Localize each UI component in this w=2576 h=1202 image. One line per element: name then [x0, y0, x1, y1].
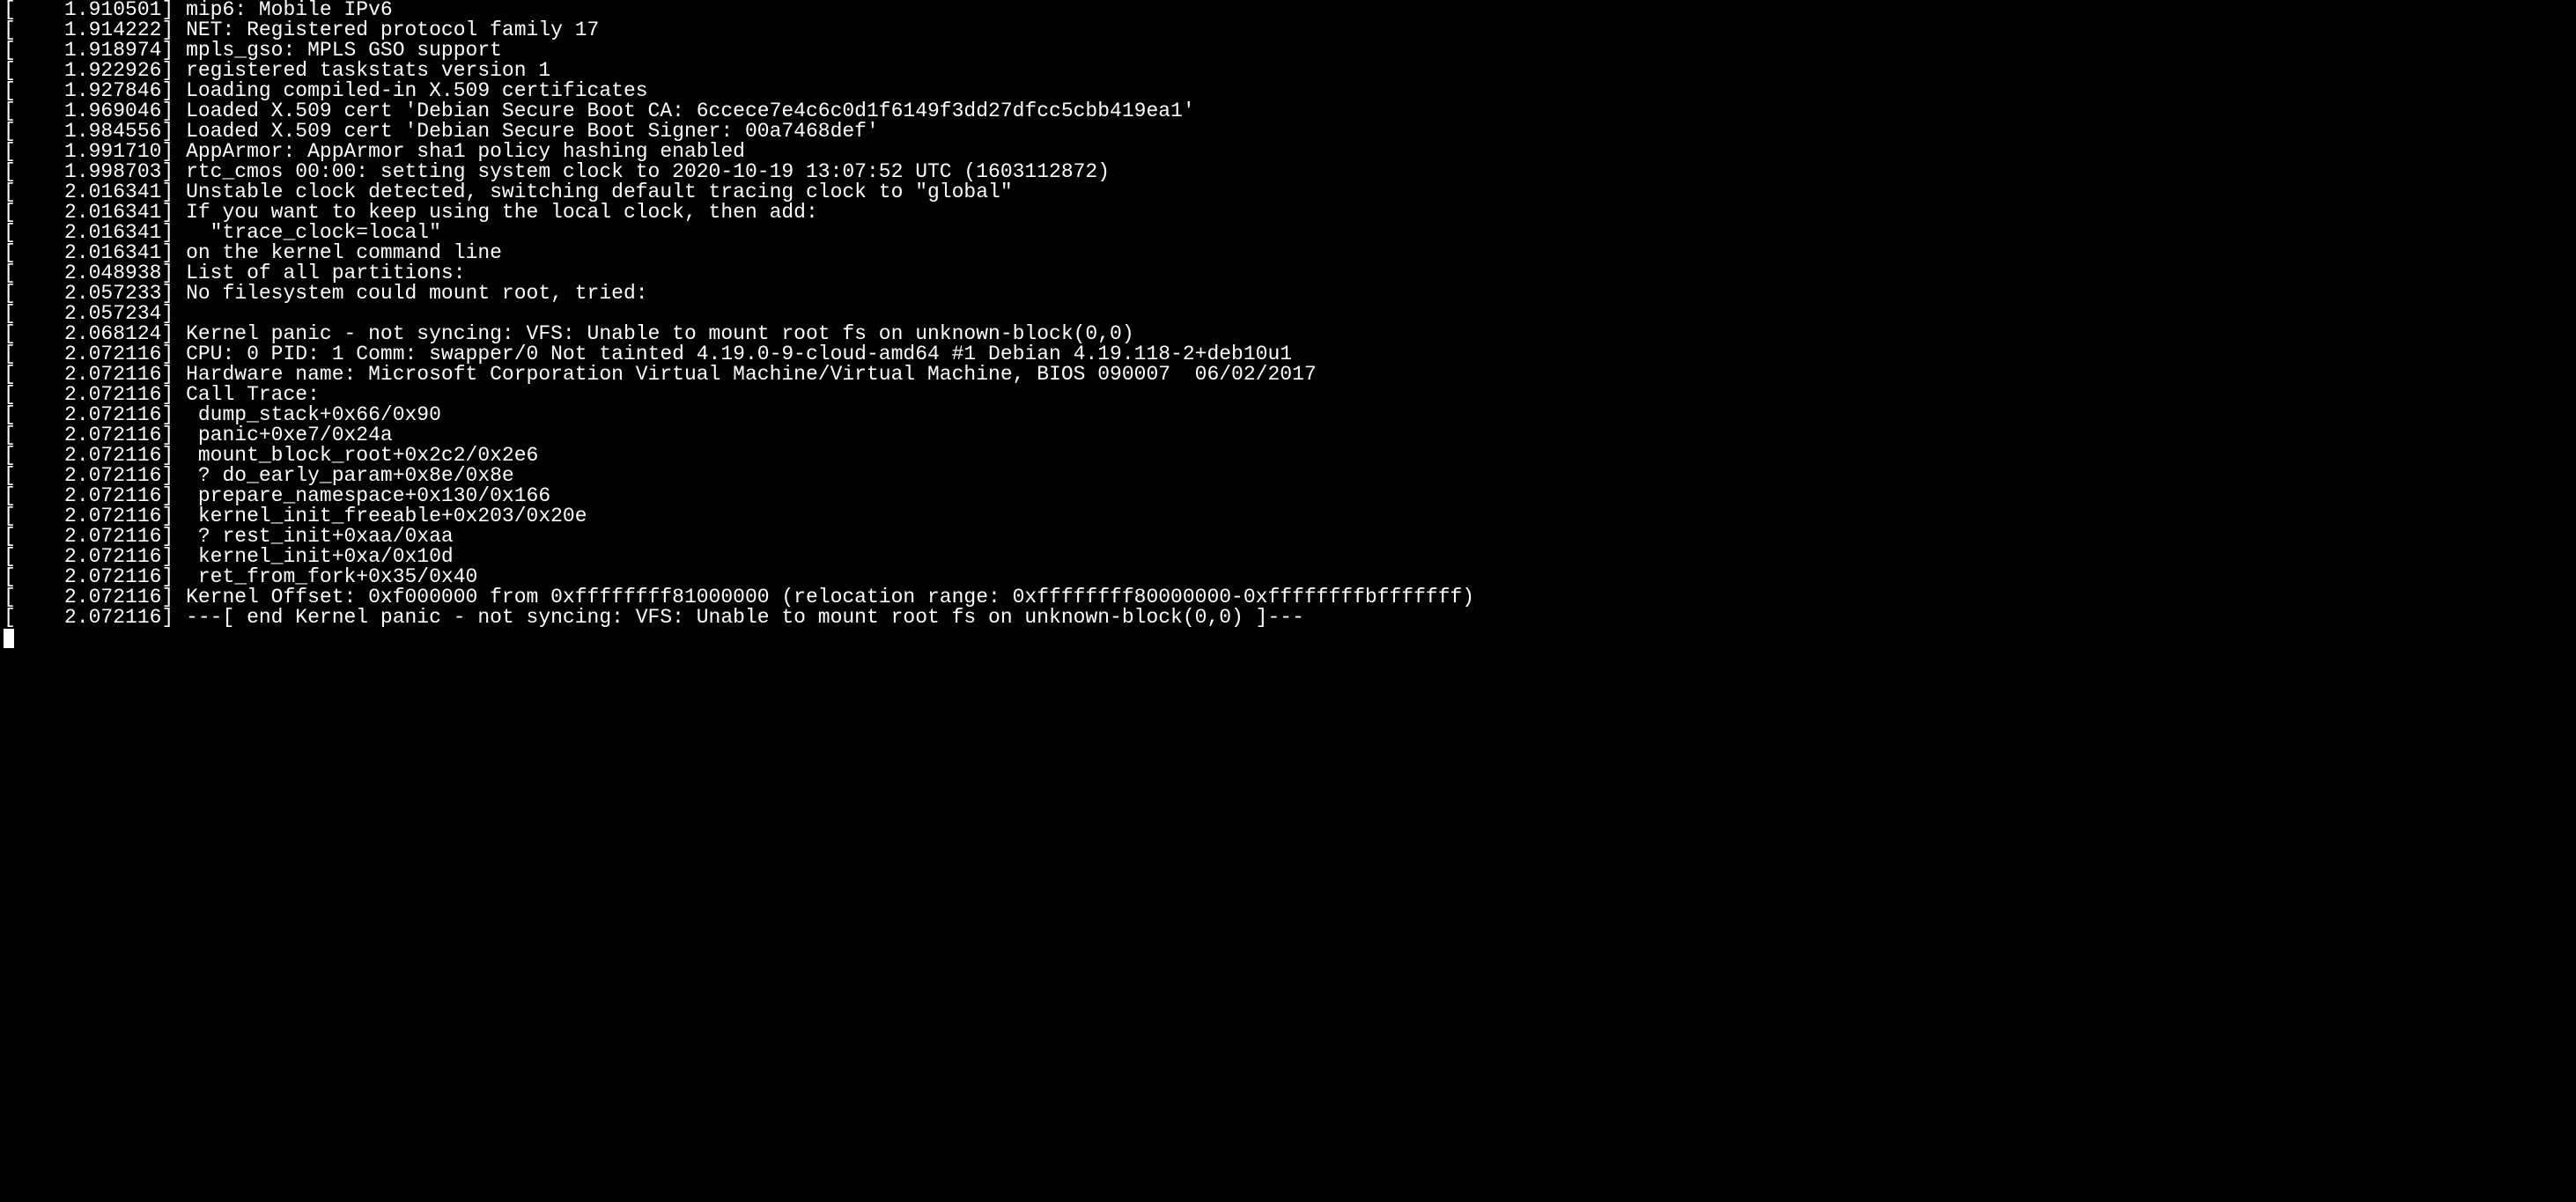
- log-timestamp: 2.072116: [16, 606, 162, 629]
- log-line: [ 2.048938] List of all partitions:: [4, 263, 2572, 284]
- log-line: [ 2.072116] kernel_init+0xa/0x10d: [4, 547, 2572, 567]
- log-line: [ 1.984556] Loaded X.509 cert 'Debian Se…: [4, 122, 2572, 142]
- log-line: [ 1.998703] rtc_cmos 00:00: setting syst…: [4, 162, 2572, 182]
- log-line: [ 1.922926] registered taskstats version…: [4, 61, 2572, 81]
- log-line: [ 1.991710] AppArmor: AppArmor sha1 poli…: [4, 142, 2572, 162]
- log-line: [ 2.016341] If you want to keep using th…: [4, 203, 2572, 223]
- log-message: Hardware name: Microsoft Corporation Vir…: [186, 363, 1317, 386]
- log-line: [ 2.072116] ret_from_fork+0x35/0x40: [4, 567, 2572, 587]
- log-line: [ 2.016341] "trace_clock=local": [4, 223, 2572, 243]
- kernel-console: [ 1.910501] mip6: Mobile IPv6[ 1.914222]…: [0, 0, 2576, 648]
- log-line: [ 2.072116] panic+0xe7/0x24a: [4, 425, 2572, 446]
- log-line: [ 2.072116] dump_stack+0x66/0x90: [4, 405, 2572, 425]
- log-line: [ 1.918974] mpls_gso: MPLS GSO support: [4, 41, 2572, 61]
- log-message: No filesystem could mount root, tried:: [186, 282, 660, 305]
- log-line: [ 2.072116] ? rest_init+0xaa/0xaa: [4, 527, 2572, 547]
- log-line: [ 2.057234]: [4, 304, 2572, 324]
- log-line: [ 2.072116] Kernel Offset: 0xf000000 fro…: [4, 587, 2572, 608]
- log-line: [ 1.927846] Loading compiled-in X.509 ce…: [4, 81, 2572, 101]
- log-line: [ 2.072116] ---[ end Kernel panic - not …: [4, 608, 2572, 628]
- log-line: [ 1.914222] NET: Registered protocol fam…: [4, 20, 2572, 41]
- log-line: [ 2.016341] on the kernel command line: [4, 243, 2572, 263]
- cursor-line: [4, 628, 2572, 648]
- cursor-icon: [4, 629, 14, 648]
- log-line: [ 1.910501] mip6: Mobile IPv6: [4, 0, 2572, 20]
- log-line: [ 2.016341] Unstable clock detected, swi…: [4, 182, 2572, 203]
- log-line: [ 2.072116] CPU: 0 PID: 1 Comm: swapper/…: [4, 344, 2572, 365]
- log-line: [ 2.072116] prepare_namespace+0x130/0x16…: [4, 486, 2572, 506]
- log-line: [ 2.072116] kernel_init_freeable+0x203/0…: [4, 506, 2572, 527]
- log-line: [ 2.072116] Hardware name: Microsoft Cor…: [4, 365, 2572, 385]
- log-line: [ 2.068124] Kernel panic - not syncing: …: [4, 324, 2572, 344]
- log-line: [ 2.072116] mount_block_root+0x2c2/0x2e6: [4, 446, 2572, 466]
- log-message: ---[ end Kernel panic - not syncing: VFS…: [186, 606, 1304, 629]
- log-line: [ 2.072116] Call Trace:: [4, 385, 2572, 405]
- log-line: [ 2.072116] ? do_early_param+0x8e/0x8e: [4, 466, 2572, 486]
- log-line: [ 1.969046] Loaded X.509 cert 'Debian Se…: [4, 101, 2572, 122]
- log-line: [ 2.057233] No filesystem could mount ro…: [4, 284, 2572, 304]
